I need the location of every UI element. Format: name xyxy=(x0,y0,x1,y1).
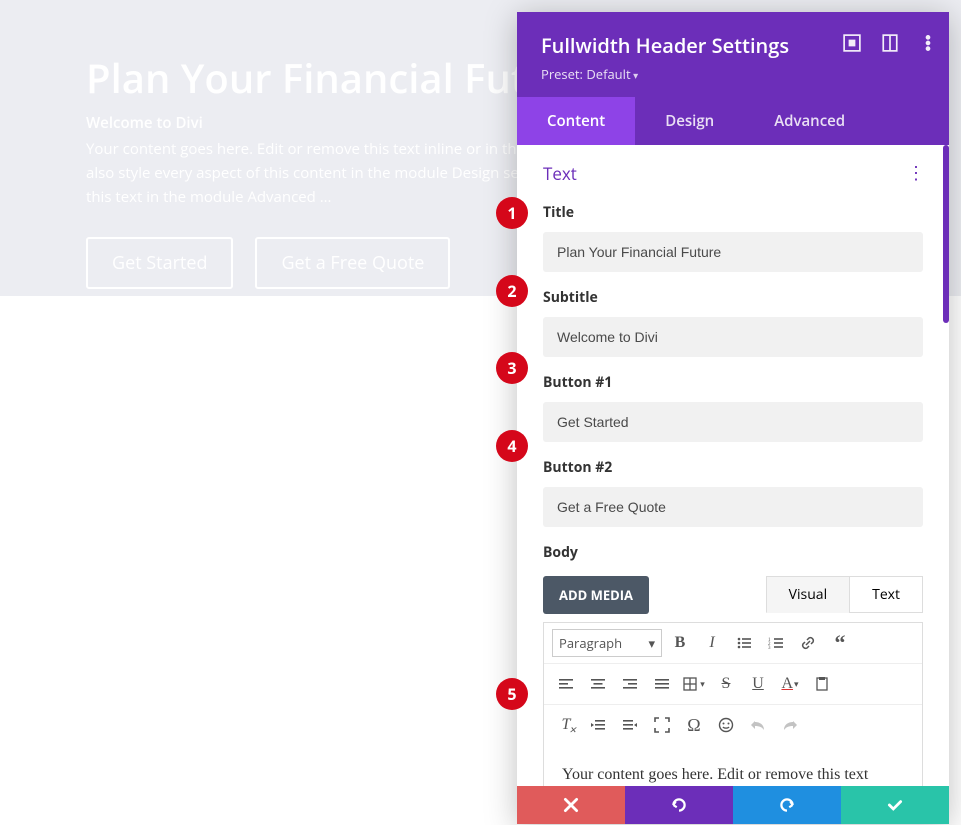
bullet-list-icon[interactable] xyxy=(730,629,758,657)
link-icon[interactable] xyxy=(794,629,822,657)
redo-footer-button[interactable] xyxy=(733,786,841,824)
subtitle-input[interactable] xyxy=(543,317,923,357)
preview-button-1[interactable]: Get Started xyxy=(86,237,233,289)
settings-panel: Fullwidth Header Settings Preset: Defaul… xyxy=(517,12,949,824)
strike-icon[interactable]: S xyxy=(712,670,740,698)
button1-input[interactable] xyxy=(543,402,923,442)
more-icon[interactable] xyxy=(919,34,937,52)
indent-icon[interactable] xyxy=(616,711,644,739)
expand-icon[interactable] xyxy=(843,34,861,52)
align-justify-icon[interactable] xyxy=(648,670,676,698)
align-center-icon[interactable] xyxy=(584,670,612,698)
discard-button[interactable] xyxy=(517,786,625,824)
responsive-icon[interactable] xyxy=(881,34,899,52)
redo-icon[interactable] xyxy=(776,711,804,739)
preview-button-2[interactable]: Get a Free Quote xyxy=(255,237,450,289)
callout-5: 5 xyxy=(496,678,528,710)
panel-header: Fullwidth Header Settings Preset: Defaul… xyxy=(517,12,949,97)
tab-advanced[interactable]: Advanced xyxy=(744,97,875,145)
callout-3: 3 xyxy=(496,352,528,384)
svg-text:3: 3 xyxy=(768,646,771,651)
number-list-icon[interactable]: 123 xyxy=(762,629,790,657)
body-label: Body xyxy=(543,543,923,562)
button2-input[interactable] xyxy=(543,487,923,527)
quote-icon[interactable]: “ xyxy=(826,629,854,657)
section-menu-icon[interactable]: ⋮ xyxy=(907,161,923,185)
text-color-icon[interactable]: A▾ xyxy=(776,670,804,698)
section-label-text[interactable]: Text xyxy=(543,162,577,185)
subtitle-label: Subtitle xyxy=(543,288,923,307)
table-icon[interactable]: ▾ xyxy=(680,670,708,698)
special-char-icon[interactable]: Ω xyxy=(680,711,708,739)
scrollbar[interactable] xyxy=(943,145,949,323)
button2-label: Button #2 xyxy=(543,458,923,477)
bold-icon[interactable]: B xyxy=(666,629,694,657)
align-left-icon[interactable] xyxy=(552,670,580,698)
undo-footer-button[interactable] xyxy=(625,786,733,824)
outdent-icon[interactable] xyxy=(584,711,612,739)
clear-format-icon[interactable]: T✕ xyxy=(552,711,580,739)
add-media-button[interactable]: ADD MEDIA xyxy=(543,576,649,614)
editor-tab-visual[interactable]: Visual xyxy=(766,576,849,613)
tab-design[interactable]: Design xyxy=(635,97,744,145)
emoji-icon[interactable] xyxy=(712,711,740,739)
wysiwyg-editor: Paragraph▾ B I 123 “ ▾ S U A▾ T✕ xyxy=(543,622,923,786)
tab-bar: Content Design Advanced xyxy=(517,97,949,145)
editor-tab-text[interactable]: Text xyxy=(849,576,923,613)
align-right-icon[interactable] xyxy=(616,670,644,698)
paragraph-select[interactable]: Paragraph▾ xyxy=(552,629,662,657)
settings-body[interactable]: Text ⋮ Title Subtitle Button #1 Button #… xyxy=(517,145,949,786)
button1-label: Button #1 xyxy=(543,373,923,392)
callout-1: 1 xyxy=(496,197,528,229)
tab-content[interactable]: Content xyxy=(517,97,635,145)
panel-footer xyxy=(517,786,949,824)
title-input[interactable] xyxy=(543,232,923,272)
underline-icon[interactable]: U xyxy=(744,670,772,698)
body-textarea[interactable]: Your content goes here. Edit or remove t… xyxy=(544,745,922,786)
callout-2: 2 xyxy=(496,275,528,307)
callout-4: 4 xyxy=(496,430,528,462)
italic-icon[interactable]: I xyxy=(698,629,726,657)
title-label: Title xyxy=(543,203,923,222)
undo-icon[interactable] xyxy=(744,711,772,739)
paste-icon[interactable] xyxy=(808,670,836,698)
fullscreen-icon[interactable] xyxy=(648,711,676,739)
save-button[interactable] xyxy=(841,786,949,824)
preset-selector[interactable]: Preset: Default xyxy=(541,65,925,83)
